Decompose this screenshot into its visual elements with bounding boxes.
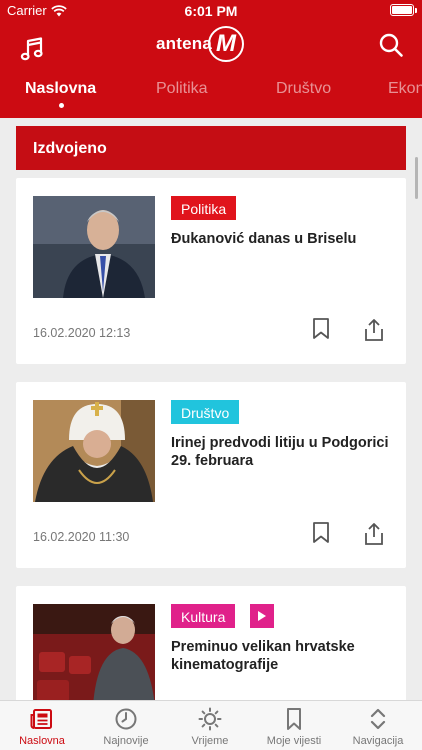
battery-icon — [390, 4, 417, 16]
tabbar-item-moje-vijesti[interactable]: Moje vijesti — [252, 707, 336, 747]
article-title[interactable]: Preminuo velikan hrvatske kinematografij… — [171, 638, 391, 674]
category-badge-politika[interactable]: Politika — [171, 196, 237, 220]
section-header: Izdvojeno — [16, 126, 406, 170]
active-tab-indicator — [59, 103, 64, 108]
tab-drustvo[interactable]: Društvo — [276, 80, 331, 98]
status-bar: Carrier 6:01 PM — [0, 0, 422, 22]
tab-ekonomija[interactable]: Ekon — [388, 80, 422, 98]
music-note-icon[interactable] — [19, 36, 45, 62]
bookmark-icon[interactable] — [312, 318, 330, 340]
sun-icon — [198, 707, 222, 731]
app-header: Carrier 6:01 PM antena M Naslovna Politi… — [0, 0, 422, 118]
bottom-tab-bar: Naslovna Najnovije Vrijeme Moje vijesti … — [0, 700, 422, 750]
category-badge-drustvo[interactable]: Društvo — [171, 400, 240, 424]
article-card[interactable]: Društvo Irinej predvodi litiju u Podgori… — [16, 382, 406, 568]
antena-m-logo: antena M — [156, 26, 244, 62]
article-title[interactable]: Irinej predvodi litiju u Podgorici 29. f… — [171, 434, 391, 470]
share-icon[interactable] — [362, 522, 386, 546]
tabbar-label: Moje vijesti — [266, 735, 322, 747]
chevron-updown-icon — [370, 708, 386, 730]
clock: 6:01 PM — [184, 3, 238, 19]
tab-naslovna[interactable]: Naslovna — [25, 80, 96, 98]
logo-word: antena — [156, 34, 212, 53]
newspaper-icon — [30, 709, 52, 729]
scrollbar[interactable] — [415, 157, 418, 199]
article-card[interactable]: Politika Đukanović danas u Briselu 16.02… — [16, 178, 406, 364]
logo-mark: M — [208, 26, 244, 62]
article-date: 16.02.2020 12:13 — [33, 326, 131, 340]
clock-icon — [115, 708, 137, 730]
article-thumbnail — [33, 400, 155, 502]
tabbar-item-najnovije[interactable]: Najnovije — [84, 707, 168, 747]
category-badge-kultura[interactable]: Kultura — [171, 604, 236, 628]
article-title[interactable]: Đukanović danas u Briselu — [171, 230, 391, 248]
tabbar-item-vrijeme[interactable]: Vrijeme — [168, 707, 252, 747]
tabbar-item-navigacija[interactable]: Navigacija — [336, 707, 420, 747]
tabbar-item-naslovna[interactable]: Naslovna — [0, 707, 84, 747]
tabbar-label: Navigacija — [352, 735, 404, 747]
video-play-icon — [250, 604, 274, 628]
tabbar-label: Najnovije — [103, 735, 149, 747]
article-thumbnail — [33, 196, 155, 298]
share-icon[interactable] — [362, 318, 386, 342]
article-date: 16.02.2020 11:30 — [33, 530, 130, 544]
search-icon[interactable] — [378, 32, 404, 58]
bookmark-icon — [287, 708, 301, 730]
tabbar-label: Naslovna — [19, 735, 65, 747]
tab-politika[interactable]: Politika — [156, 80, 208, 98]
bookmark-icon[interactable] — [312, 522, 330, 544]
article-thumbnail — [33, 604, 155, 706]
tabbar-label: Vrijeme — [191, 735, 229, 747]
